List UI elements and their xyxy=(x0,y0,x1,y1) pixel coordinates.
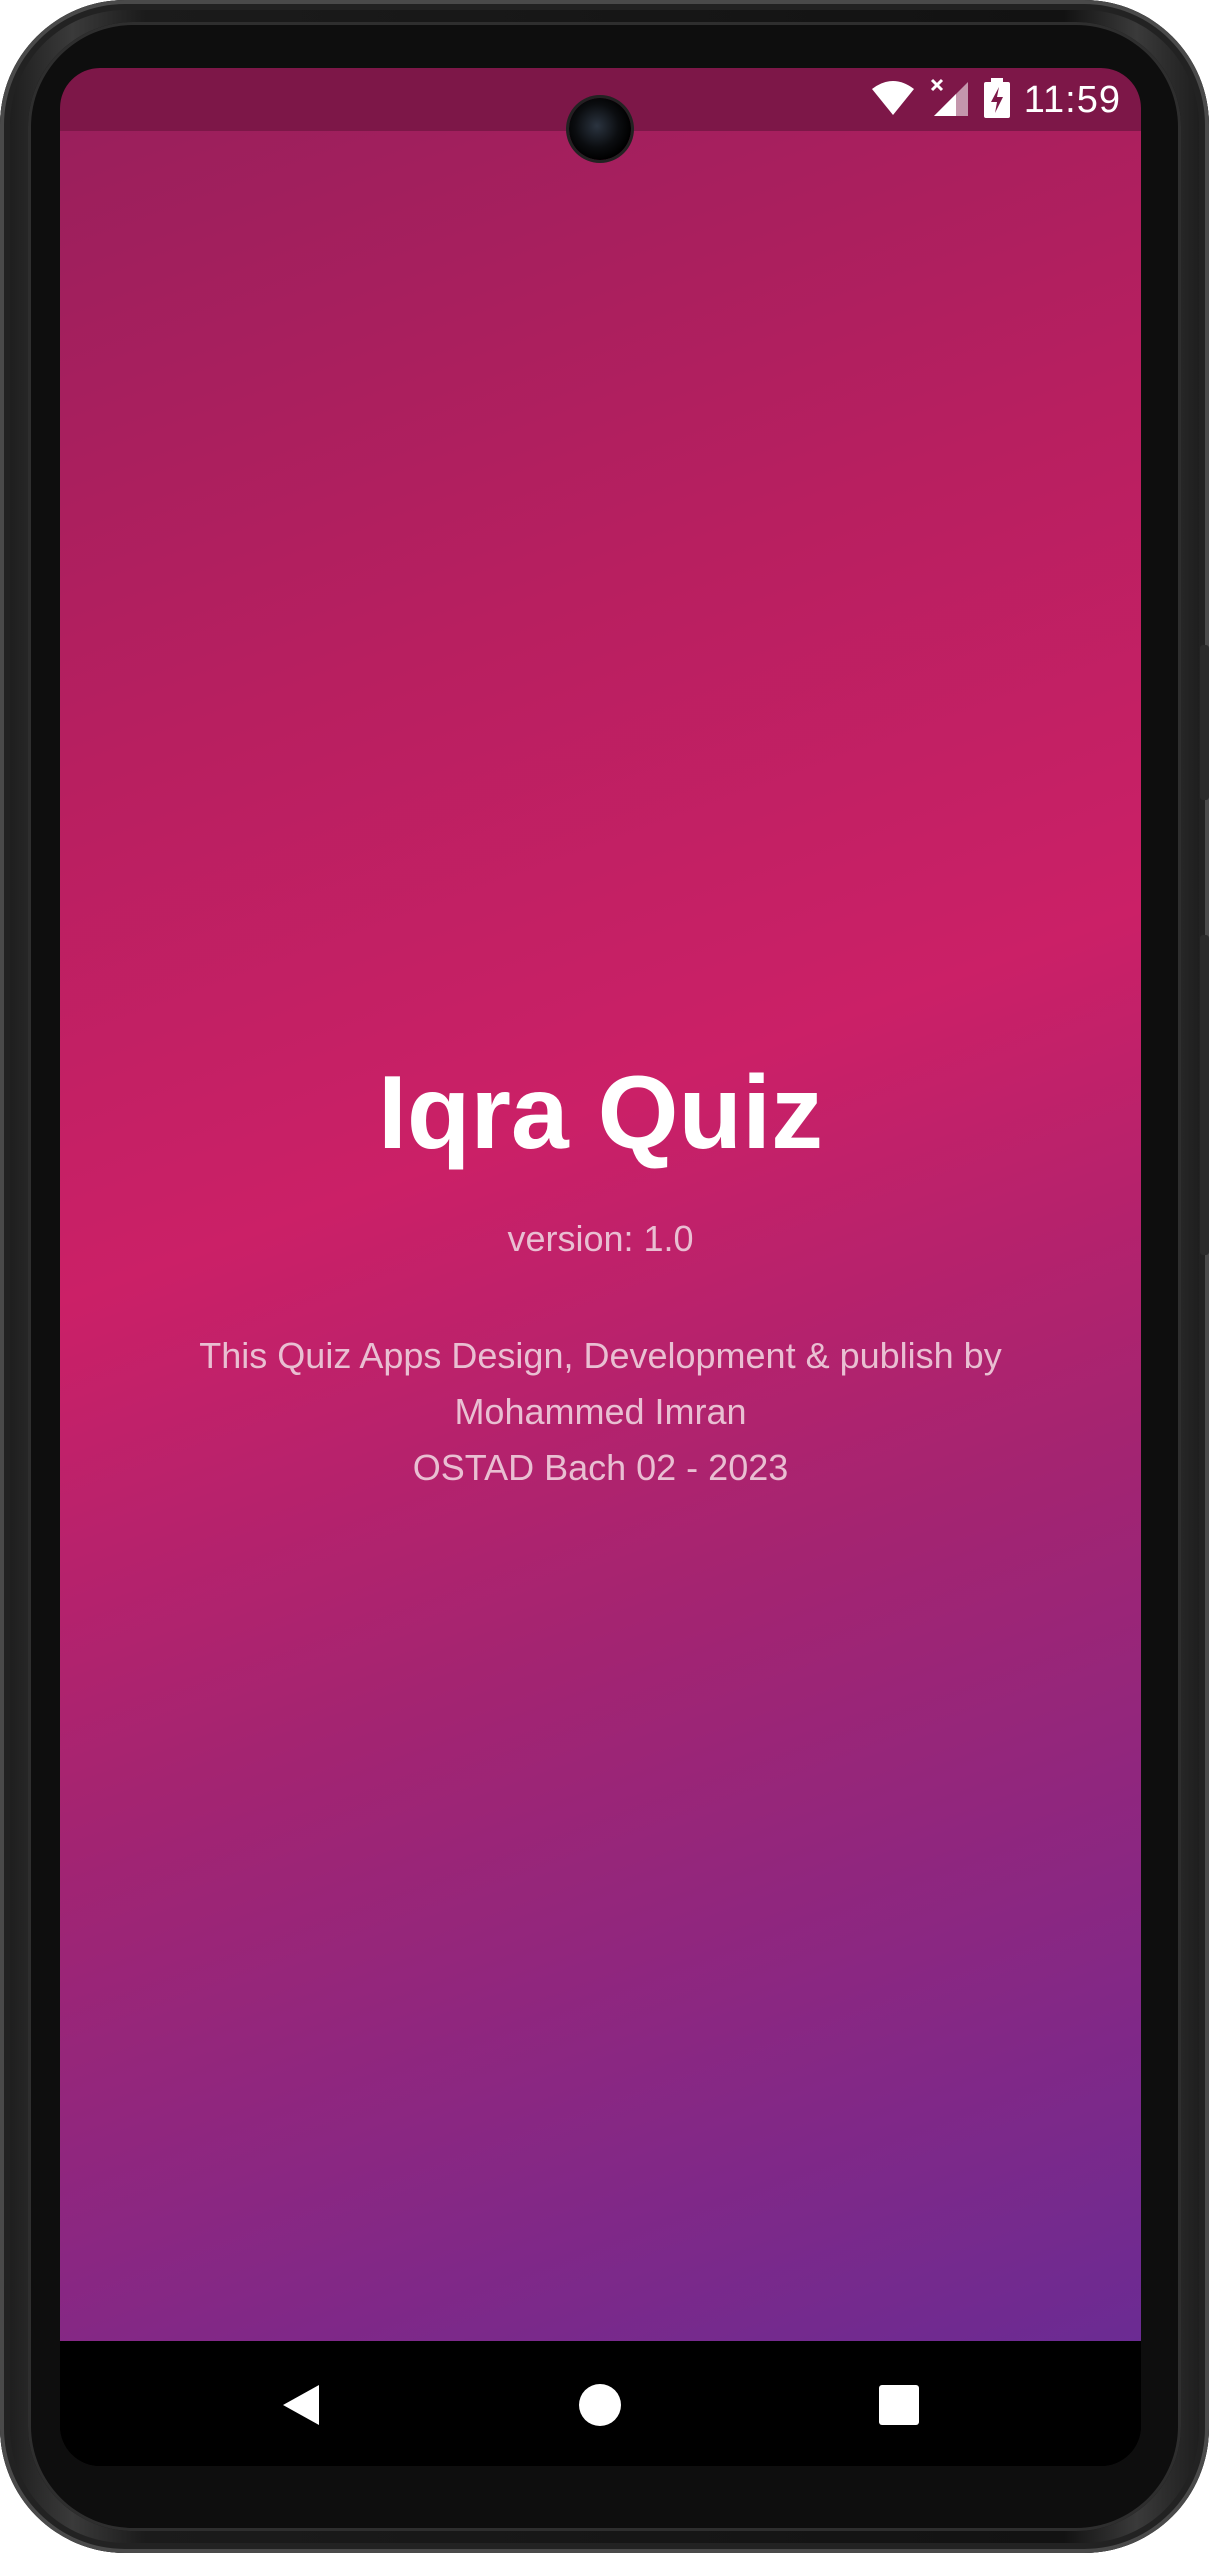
wifi-icon xyxy=(870,79,916,122)
status-icons: 11:59 xyxy=(870,76,1121,124)
screen: 11:59 Iqra Quiz version: 1.0 This Quiz A… xyxy=(60,68,1141,2466)
back-icon[interactable] xyxy=(273,2377,329,2433)
navigation-bar xyxy=(60,2341,1141,2466)
phone-frame: 11:59 Iqra Quiz version: 1.0 This Quiz A… xyxy=(0,0,1209,2553)
power-button xyxy=(1200,645,1209,800)
app-version: version: 1.0 xyxy=(507,1218,694,1259)
battery-charging-icon xyxy=(983,77,1010,123)
credits-batch: OSTAD Bach 02 - 2023 xyxy=(412,1447,789,1488)
signal-off-icon xyxy=(930,78,970,123)
home-icon[interactable] xyxy=(572,2377,628,2433)
credits-block: This Quiz Apps Design, Development & pub… xyxy=(60,1328,1141,1496)
credits-author: Mohammed Imran xyxy=(454,1391,747,1432)
app-title: Iqra Quiz xyxy=(378,1055,823,1171)
volume-button xyxy=(1200,935,1209,1255)
credits-line: This Quiz Apps Design, Development & pub… xyxy=(199,1335,1002,1376)
status-time: 11:59 xyxy=(1023,78,1121,121)
front-camera xyxy=(569,98,631,160)
splash-screen: Iqra Quiz version: 1.0 This Quiz Apps De… xyxy=(60,131,1141,2341)
recents-icon[interactable] xyxy=(871,2377,927,2433)
